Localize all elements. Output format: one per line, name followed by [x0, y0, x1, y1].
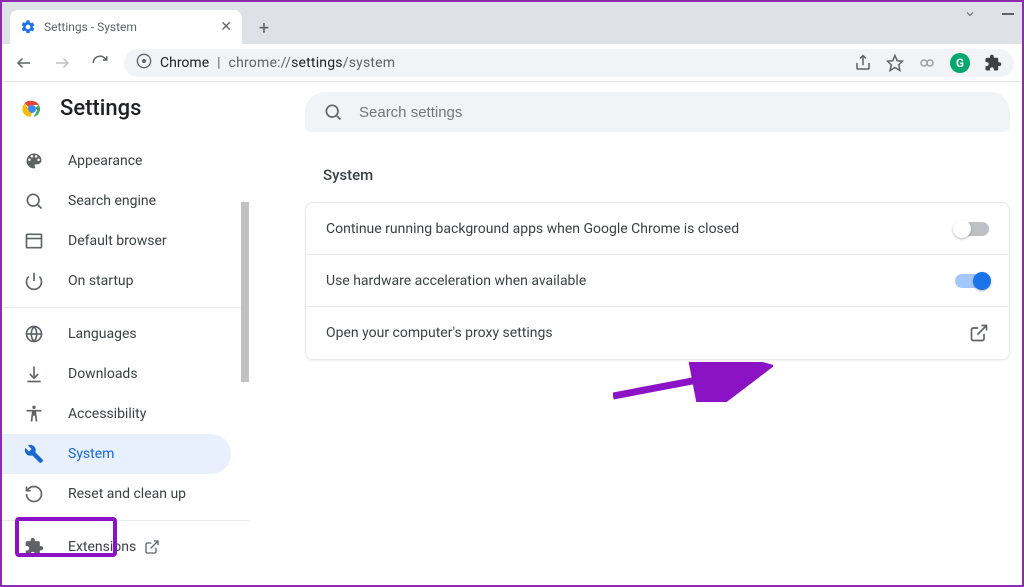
settings-search[interactable]	[305, 92, 1010, 132]
gear-icon	[20, 19, 36, 35]
sidebar-item-label: Default browser	[68, 233, 167, 249]
minimize-icon[interactable]	[998, 4, 1018, 24]
sidebar-item-system[interactable]: System	[2, 434, 231, 474]
sidebar-item-on-startup[interactable]: On startup	[2, 261, 231, 301]
sidebar-item-label: Accessibility	[68, 406, 146, 422]
address-bar[interactable]: Chrome | chrome://settings/system G	[124, 49, 1014, 77]
row-background-apps: Continue running background apps when Go…	[306, 203, 1009, 255]
sidebar-divider	[2, 520, 249, 521]
external-link-icon	[144, 539, 160, 555]
sidebar-item-search-engine[interactable]: Search engine	[2, 181, 231, 221]
share-icon[interactable]	[854, 54, 872, 72]
grammarly-icon[interactable]: G	[950, 53, 970, 73]
sidebar-item-label: Search engine	[68, 193, 156, 209]
sidebar-item-label: Appearance	[68, 153, 142, 169]
sidebar-item-label: System	[68, 446, 114, 462]
extension-icon-1[interactable]	[918, 54, 936, 72]
settings-title: Settings	[60, 96, 141, 121]
search-icon	[323, 102, 343, 122]
sidebar-item-label: Languages	[68, 326, 137, 342]
sidebar-divider	[2, 307, 249, 308]
sidebar-item-downloads[interactable]: Downloads	[2, 354, 231, 394]
close-icon[interactable]: ✕	[220, 19, 232, 35]
settings-sidebar: Settings Appearance Search engine Defaul…	[2, 82, 249, 585]
accessibility-icon	[24, 404, 44, 424]
forward-button[interactable]	[48, 49, 76, 77]
download-icon	[24, 364, 44, 384]
tab-strip: Settings - System ✕ +	[2, 2, 1022, 44]
bookmark-star-icon[interactable]	[886, 54, 904, 72]
chrome-logo-icon	[20, 97, 44, 121]
scrollbar[interactable]	[241, 202, 249, 382]
sidebar-item-languages[interactable]: Languages	[2, 314, 231, 354]
new-tab-button[interactable]: +	[250, 14, 278, 42]
reload-button[interactable]	[86, 49, 114, 77]
sidebar-item-label: Extensions	[68, 539, 136, 555]
window-chevron-icon[interactable]	[960, 4, 980, 24]
sidebar-item-label: Reset and clean up	[68, 486, 186, 502]
globe-icon	[24, 324, 44, 344]
window-controls	[960, 4, 1018, 24]
row-label: Use hardware acceleration when available	[326, 273, 955, 289]
browser-toolbar: Chrome | chrome://settings/system G	[2, 44, 1022, 82]
site-info-icon[interactable]	[136, 53, 152, 73]
row-label: Continue running background apps when Go…	[326, 221, 955, 237]
puzzle-icon	[24, 537, 44, 557]
section-title: System	[323, 166, 1010, 184]
browser-tab[interactable]: Settings - System ✕	[10, 10, 242, 44]
sidebar-item-accessibility[interactable]: Accessibility	[2, 394, 231, 434]
url-sep: |	[217, 55, 220, 71]
wrench-icon	[24, 444, 44, 464]
back-button[interactable]	[10, 49, 38, 77]
omnibox-actions: G	[854, 53, 1002, 73]
palette-icon	[24, 151, 44, 171]
sidebar-item-extensions[interactable]: Extensions	[2, 527, 231, 567]
settings-main: System Continue running background apps …	[249, 82, 1022, 585]
url-prefix: Chrome	[160, 55, 209, 71]
sidebar-item-label: Downloads	[68, 366, 138, 382]
toggle-hardware-accel[interactable]	[955, 274, 989, 288]
toggle-background-apps[interactable]	[955, 222, 989, 236]
sidebar-header: Settings	[2, 82, 249, 141]
browser-icon	[24, 231, 44, 251]
search-input[interactable]	[359, 104, 992, 121]
row-proxy-settings[interactable]: Open your computer's proxy settings	[306, 307, 1009, 359]
sidebar-item-default-browser[interactable]: Default browser	[2, 221, 231, 261]
search-icon	[24, 191, 44, 211]
extensions-puzzle-icon[interactable]	[984, 54, 1002, 72]
system-panel: Continue running background apps when Go…	[305, 202, 1010, 360]
power-icon	[24, 271, 44, 291]
restore-icon	[24, 484, 44, 504]
tab-title: Settings - System	[44, 20, 137, 34]
external-link-icon	[969, 323, 989, 343]
row-hardware-accel: Use hardware acceleration when available	[306, 255, 1009, 307]
sidebar-item-appearance[interactable]: Appearance	[2, 141, 231, 181]
row-label: Open your computer's proxy settings	[326, 325, 969, 341]
sidebar-item-reset[interactable]: Reset and clean up	[2, 474, 231, 514]
sidebar-item-label: On startup	[68, 273, 134, 289]
